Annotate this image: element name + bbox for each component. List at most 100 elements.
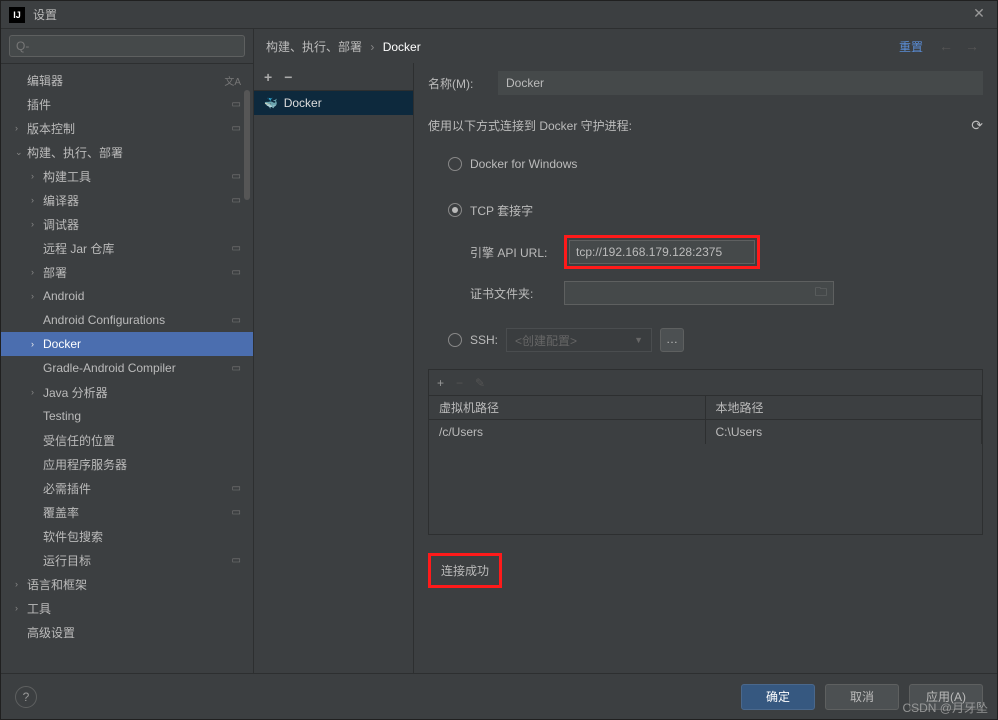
tree-item-label: 高级设置	[27, 624, 75, 641]
project-config-icon: ▭	[232, 363, 241, 374]
tree-item-label: Android	[43, 289, 84, 303]
window-title: 设置	[33, 6, 969, 23]
ok-button[interactable]: 确定	[741, 684, 815, 710]
docker-icon: 🐳	[264, 97, 278, 110]
path-mappings-table[interactable]: 虚拟机路径 /c/Users 本地路径 C:\Users	[429, 396, 982, 534]
tree-item[interactable]: ⌄构建、执行、部署	[1, 140, 253, 164]
tree-item[interactable]: 受信任的位置	[1, 428, 253, 452]
radio-label: SSH:	[470, 333, 498, 347]
breadcrumb: 构建、执行、部署 › Docker	[266, 38, 899, 55]
project-config-icon: ▭	[232, 99, 241, 110]
cert-folder-input[interactable]: 🗀	[564, 281, 834, 305]
map-remove-icon[interactable]: −	[456, 376, 463, 390]
tree-item[interactable]: 应用程序服务器	[1, 452, 253, 476]
app-icon: IJ	[9, 7, 25, 23]
folder-icon[interactable]: 🗀	[815, 283, 827, 304]
tree-item[interactable]: 运行目标▭	[1, 548, 253, 572]
refresh-icon[interactable]: ⟳	[971, 117, 983, 134]
tree-item-label: Android Configurations	[43, 313, 165, 327]
docker-settings-panel: 名称(M): 使用以下方式连接到 Docker 守护进程: ⟳ Docker f…	[414, 63, 997, 673]
chevron-down-icon: ▼	[634, 335, 643, 345]
api-url-highlight	[564, 235, 760, 269]
tree-item[interactable]: Gradle-Android Compiler▭	[1, 356, 253, 380]
tree-item[interactable]: 必需插件 ▭	[1, 476, 253, 500]
tree-item[interactable]: ›工具	[1, 596, 253, 620]
project-config-icon: ▭	[232, 123, 241, 134]
chevron-icon: ›	[31, 339, 41, 349]
project-config-icon: ▭	[232, 483, 241, 494]
tree-item-label: 受信任的位置	[43, 432, 115, 449]
connection-item-label: Docker	[284, 96, 322, 110]
radio-docker-windows[interactable]: Docker for Windows	[448, 149, 983, 179]
radio-ssh[interactable]: SSH: <创建配置> ▼ …	[448, 325, 983, 355]
chevron-icon: ›	[31, 195, 41, 205]
connection-item-docker[interactable]: 🐳 Docker	[254, 91, 413, 115]
breadcrumb-parent[interactable]: 构建、执行、部署	[266, 40, 362, 54]
tree-item-label: 语言和框架	[27, 576, 87, 593]
connect-label: 使用以下方式连接到 Docker 守护进程:	[428, 117, 632, 134]
chevron-icon: ›	[31, 267, 41, 277]
project-config-icon: ▭	[232, 315, 241, 326]
tree-item[interactable]: 编辑器文A	[1, 68, 253, 92]
tree-item[interactable]: Testing	[1, 404, 253, 428]
tree-item[interactable]: 软件包搜索	[1, 524, 253, 548]
tree-item[interactable]: ›调试器	[1, 212, 253, 236]
help-button[interactable]: ?	[15, 686, 37, 708]
search-input[interactable]	[9, 35, 245, 57]
tree-item-label: 工具	[27, 600, 51, 617]
tree-item[interactable]: 远程 Jar 仓库 ▭	[1, 236, 253, 260]
name-input[interactable]	[498, 71, 983, 95]
local-path-cell[interactable]: C:\Users	[706, 420, 983, 444]
tree-item[interactable]: ›部署▭	[1, 260, 253, 284]
chevron-icon: ⌄	[15, 147, 25, 158]
add-icon[interactable]: +	[264, 69, 272, 85]
nav-back-icon[interactable]: ←	[939, 38, 953, 54]
tree-item[interactable]: 覆盖率▭	[1, 500, 253, 524]
chevron-icon: ›	[15, 123, 25, 133]
ssh-browse-button[interactable]: …	[660, 328, 684, 352]
ssh-config-combo[interactable]: <创建配置> ▼	[506, 328, 652, 352]
vm-path-cell[interactable]: /c/Users	[429, 420, 706, 444]
api-url-input[interactable]	[569, 240, 755, 264]
local-path-header: 本地路径	[706, 396, 983, 420]
remove-icon[interactable]: −	[284, 69, 292, 85]
tree-item[interactable]: ›版本控制▭	[1, 116, 253, 140]
radio-icon	[448, 333, 462, 347]
chevron-icon: ›	[31, 387, 41, 397]
tree-item[interactable]: ›编译器▭	[1, 188, 253, 212]
map-add-icon[interactable]: +	[437, 376, 444, 390]
tree-item-label: 远程 Jar 仓库	[43, 240, 114, 257]
breadcrumb-current: Docker	[383, 40, 421, 54]
nav-forward-icon[interactable]: →	[965, 38, 979, 54]
tree-item[interactable]: Android Configurations ▭	[1, 308, 253, 332]
tree-item-label: 软件包搜索	[43, 528, 103, 545]
tree-item[interactable]: ›Android	[1, 284, 253, 308]
tree-item-label: 构建、执行、部署	[27, 144, 123, 161]
tree-item[interactable]: ›语言和框架	[1, 572, 253, 596]
connection-list[interactable]: 🐳 Docker	[254, 91, 413, 673]
watermark: CSDN @月牙坠	[902, 699, 988, 716]
tree-item-label: 插件	[27, 96, 51, 113]
chevron-icon: ›	[15, 603, 25, 613]
radio-label: TCP 套接字	[470, 202, 533, 219]
tree-item-label: 必需插件	[43, 480, 91, 497]
settings-tree[interactable]: 编辑器文A插件▭›版本控制▭⌄构建、执行、部署›构建工具▭›编译器▭›调试器远程…	[1, 64, 253, 673]
tree-item-label: Testing	[43, 409, 81, 423]
chevron-icon: ›	[31, 171, 41, 181]
map-edit-icon[interactable]: ✎	[475, 376, 485, 390]
tree-item[interactable]: ›Java 分析器	[1, 380, 253, 404]
tree-item[interactable]: ›Docker	[1, 332, 253, 356]
radio-tcp-socket[interactable]: TCP 套接字	[448, 195, 983, 225]
breadcrumb-sep: ›	[370, 40, 374, 54]
project-config-icon: ▭	[232, 243, 241, 254]
tree-item[interactable]: 插件 ▭	[1, 92, 253, 116]
tree-item[interactable]: ›构建工具▭	[1, 164, 253, 188]
path-mappings-section: + − ✎ 虚拟机路径 /c/Users	[428, 369, 983, 535]
chevron-icon: ›	[31, 219, 41, 229]
cancel-button[interactable]: 取消	[825, 684, 899, 710]
close-icon[interactable]: ✕	[969, 5, 989, 25]
tree-item[interactable]: 高级设置	[1, 620, 253, 644]
reset-link[interactable]: 重置	[899, 38, 923, 55]
vm-path-header: 虚拟机路径	[429, 396, 706, 420]
tree-item-label: 应用程序服务器	[43, 456, 127, 473]
